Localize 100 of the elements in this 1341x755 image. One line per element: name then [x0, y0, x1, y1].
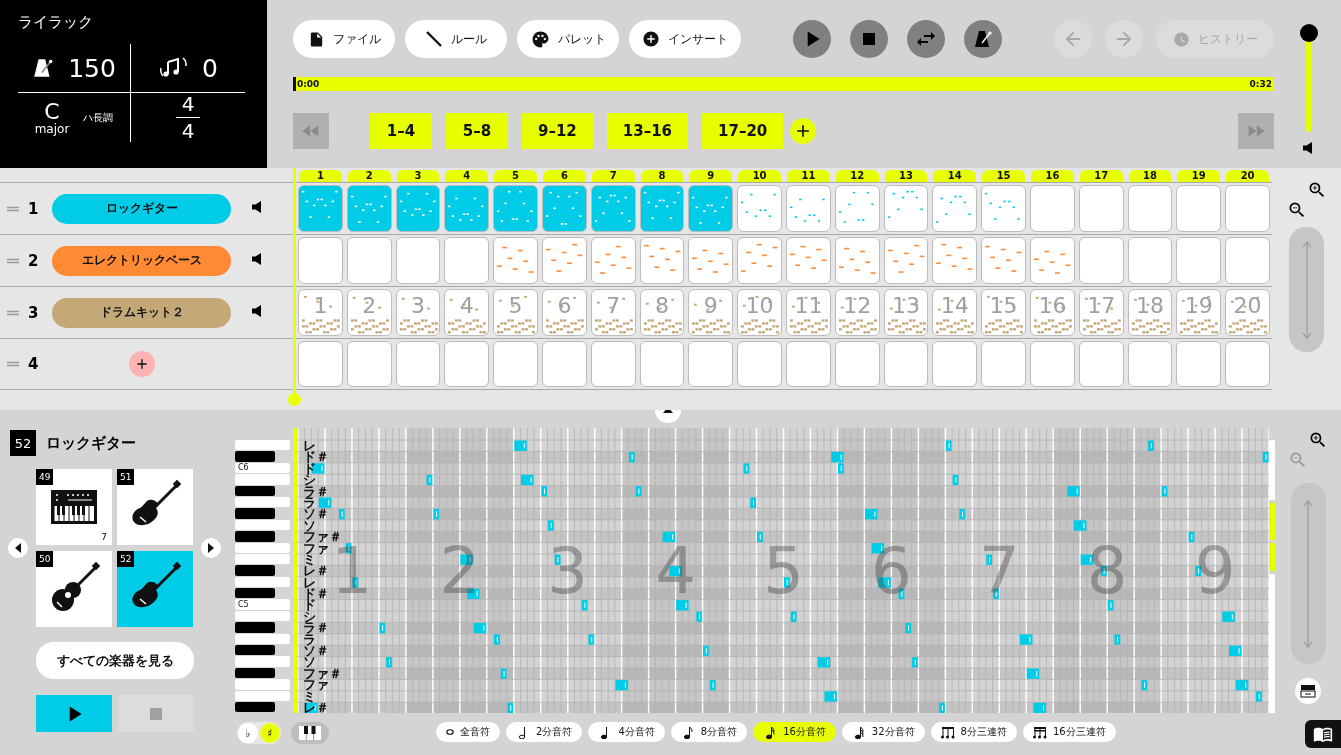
measure-watermark: 7 — [978, 538, 1020, 603]
tile-number: 49 — [36, 469, 54, 485]
menu-button[interactable]: ルール — [405, 20, 507, 58]
measure-number[interactable]: 15 — [982, 170, 1025, 182]
measure-number[interactable]: 17 — [1079, 170, 1123, 182]
track-number: 3 — [28, 303, 40, 322]
transpose-value[interactable]: 0 — [202, 53, 218, 83]
measure-watermark: 10 — [745, 294, 774, 318]
instrument-number: 52 — [10, 430, 36, 456]
pitch-label: ミ — [303, 690, 317, 702]
instrument-tile[interactable]: 51 — [117, 469, 193, 545]
instrument-button[interactable]: エレクトリックベース — [52, 245, 231, 276]
menu-button[interactable]: パレット — [517, 20, 619, 58]
instrument-tile[interactable]: 49 7 — [36, 469, 112, 545]
measure-number[interactable]: 7 — [591, 170, 635, 182]
timeline-bar[interactable]: 0:00 0:32 — [293, 77, 1274, 91]
note-length-button[interactable]: 2分音符 — [506, 722, 583, 742]
all-instruments-button[interactable]: すべての楽器を見る — [36, 642, 194, 679]
measure-watermark: 8 — [655, 294, 669, 318]
measure-range-button[interactable]: 17–20 — [702, 113, 784, 149]
time-signature-bottom[interactable]: 4 — [177, 121, 199, 142]
pitch-label: ド＃ — [303, 451, 330, 463]
accidental-toggle[interactable]: ♭ ♯ — [237, 722, 281, 744]
measure-watermark: 9 — [703, 294, 718, 318]
key-letter[interactable]: C — [44, 100, 60, 123]
tempo-value[interactable]: 150 — [68, 53, 116, 83]
measure-number[interactable]: 10 — [738, 170, 781, 182]
note-length-button[interactable]: 8分音符 — [670, 722, 748, 742]
note-length-button[interactable]: 32分音符 — [841, 722, 925, 742]
measure-number[interactable]: 8 — [640, 170, 684, 182]
measure-number[interactable]: 13 — [884, 170, 928, 182]
key-mode[interactable]: major — [34, 122, 70, 135]
pitch-label: ミ — [303, 553, 317, 566]
measure-number[interactable]: 2 — [347, 170, 391, 182]
measure-watermark: 9 — [1194, 538, 1236, 603]
pitch-label: レ — [303, 440, 317, 452]
measure-number[interactable]: 9 — [689, 170, 733, 182]
note-length-button[interactable]: 4分音符 — [588, 722, 665, 742]
instrument-tile[interactable]: 50 — [36, 551, 112, 627]
measure-watermark: 3 — [547, 538, 589, 603]
measure-number[interactable]: 1 — [299, 170, 342, 182]
measure-watermark: 5 — [763, 538, 804, 603]
measure-range-button[interactable]: 5–8 — [446, 113, 508, 149]
measure-watermark: 3 — [411, 294, 425, 318]
measure-number[interactable]: 3 — [396, 170, 440, 182]
measure-number[interactable]: 5 — [494, 170, 537, 182]
measure-number[interactable]: 19 — [1177, 170, 1221, 182]
measure-number[interactable]: 4 — [445, 170, 489, 182]
menu-button[interactable]: ファイル — [293, 20, 395, 58]
pitch-label: ソ — [303, 519, 317, 532]
key-name: ハ長調 — [83, 110, 114, 125]
measure-watermark: 4 — [459, 294, 474, 318]
measure-number[interactable]: 6 — [543, 170, 586, 182]
accidental-option[interactable]: ♯ — [260, 723, 280, 743]
track-number: 2 — [28, 251, 40, 270]
piano-key[interactable]: C5 — [235, 599, 290, 610]
measure-watermark: 1 — [313, 294, 328, 318]
pitch-label: ソ — [303, 656, 317, 668]
measure-number[interactable]: 12 — [835, 170, 879, 182]
note-length-button[interactable]: 16分音符 — [753, 722, 836, 742]
measure-range-button[interactable]: 9–12 — [522, 113, 593, 149]
time-end: 0:32 — [1249, 79, 1272, 89]
note-length-button[interactable]: 8分三連符 — [930, 722, 1017, 742]
pitch-label: ド — [303, 599, 317, 611]
measure-number[interactable]: 14 — [933, 170, 977, 182]
time-signature-top[interactable]: 4 — [177, 93, 199, 114]
measure-watermark: 16 — [1038, 294, 1067, 318]
measure-watermark: 13 — [892, 294, 920, 318]
measure-watermark: 5 — [508, 294, 523, 318]
menu-button[interactable]: インサート — [629, 20, 741, 58]
measure-number[interactable]: 11 — [787, 170, 830, 182]
measure-watermark: 14 — [940, 294, 969, 318]
track-number: 1 — [28, 199, 40, 218]
instrument-name: ロックギター — [46, 433, 136, 453]
measure-range-button[interactable]: 13–16 — [606, 113, 689, 149]
measure-watermark: 19 — [1184, 294, 1213, 318]
note-length-button[interactable]: 全音符 — [436, 722, 500, 742]
pitch-label: ラ — [303, 633, 317, 646]
measure-watermark: 7 — [606, 294, 621, 318]
pitch-label: ファ — [303, 542, 330, 554]
time-start: 0:00 — [297, 79, 320, 89]
tile-count: 7 — [101, 532, 107, 542]
instrument-button[interactable]: ロックギター — [52, 193, 231, 224]
song-title: ライラック — [18, 13, 94, 32]
pitch-label: ラ＃ — [303, 622, 330, 634]
measure-watermark: 20 — [1233, 294, 1262, 318]
note-length-button[interactable]: 16分三連符 — [1022, 722, 1116, 742]
tile-number: 50 — [36, 551, 54, 567]
track-number: 4 — [28, 355, 40, 373]
piano-key[interactable]: C6 — [235, 462, 290, 474]
instrument-tile[interactable]: 52 — [117, 551, 193, 627]
measure-number[interactable]: 18 — [1128, 170, 1172, 182]
accidental-option[interactable]: ♭ — [238, 723, 258, 743]
measure-watermark: 12 — [843, 294, 872, 318]
measure-number[interactable]: 20 — [1226, 170, 1269, 182]
instrument-button[interactable]: ドラムキット２ — [52, 297, 231, 328]
measure-number[interactable]: 16 — [1031, 170, 1074, 182]
measure-range-button[interactable]: 1–4 — [370, 113, 432, 149]
measure-watermark: 4 — [655, 538, 696, 603]
measure-watermark: 15 — [989, 294, 1018, 318]
